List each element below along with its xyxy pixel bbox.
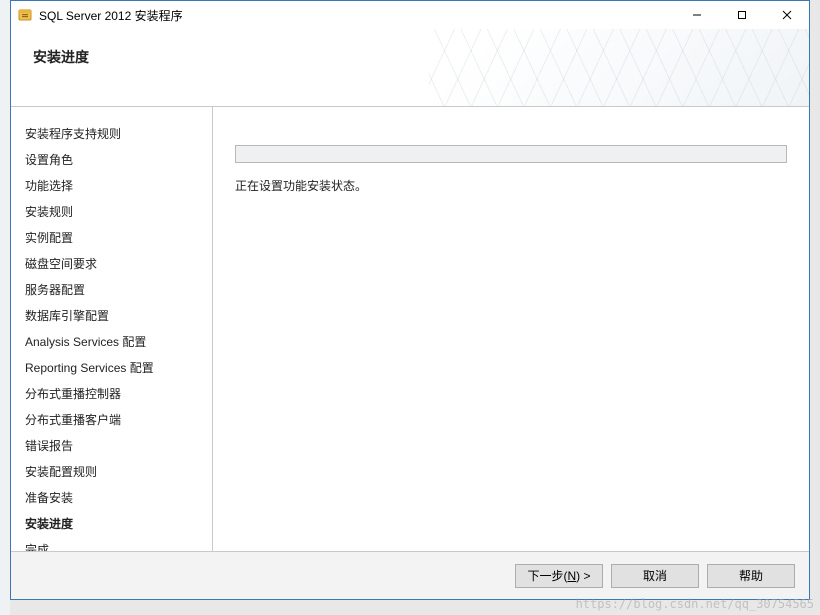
maximize-button[interactable] xyxy=(719,1,764,29)
titlebar: SQL Server 2012 安装程序 xyxy=(11,1,809,29)
sidebar-step: 服务器配置 xyxy=(25,277,212,303)
sidebar-step: 安装规则 xyxy=(25,199,212,225)
sidebar-step: 准备安装 xyxy=(25,485,212,511)
status-text: 正在设置功能安装状态。 xyxy=(235,177,787,194)
next-button[interactable]: 下一步(N) > xyxy=(515,564,603,588)
sidebar-step: 安装配置规则 xyxy=(25,459,212,485)
sidebar-step: 安装进度 xyxy=(25,511,212,537)
footer: 下一步(N) > 取消 帮助 xyxy=(11,551,809,599)
minimize-button[interactable] xyxy=(674,1,719,29)
next-mnemonic: N xyxy=(567,569,576,583)
sidebar-step: 完成 xyxy=(25,537,212,551)
background-edge xyxy=(0,0,10,615)
main-panel: 正在设置功能安装状态。 xyxy=(213,107,809,551)
sidebar-step: 实例配置 xyxy=(25,225,212,251)
installer-window: SQL Server 2012 安装程序 安装进度 安装程序支持规则设置角色功能… xyxy=(10,0,810,600)
next-label-suffix: ) > xyxy=(576,569,590,583)
sidebar-step: 错误报告 xyxy=(25,433,212,459)
header-banner: 安装进度 xyxy=(11,29,809,107)
progress-bar xyxy=(235,145,787,163)
sidebar-step: 分布式重播客户端 xyxy=(25,407,212,433)
page-title: 安装进度 xyxy=(33,47,89,67)
body-area: 安装程序支持规则设置角色功能选择安装规则实例配置磁盘空间要求服务器配置数据库引擎… xyxy=(11,107,809,551)
sidebar-step: 安装程序支持规则 xyxy=(25,121,212,147)
sidebar-step: 分布式重播控制器 xyxy=(25,381,212,407)
close-button[interactable] xyxy=(764,1,809,29)
sidebar-step: Analysis Services 配置 xyxy=(25,329,212,355)
sidebar: 安装程序支持规则设置角色功能选择安装规则实例配置磁盘空间要求服务器配置数据库引擎… xyxy=(11,107,213,551)
sidebar-step: 设置角色 xyxy=(25,147,212,173)
sidebar-step: 数据库引擎配置 xyxy=(25,303,212,329)
window-title: SQL Server 2012 安装程序 xyxy=(39,7,674,24)
window-controls xyxy=(674,1,809,29)
cancel-button[interactable]: 取消 xyxy=(611,564,699,588)
sidebar-step: 功能选择 xyxy=(25,173,212,199)
help-button[interactable]: 帮助 xyxy=(707,564,795,588)
next-label-prefix: 下一步( xyxy=(527,567,567,584)
sidebar-step: 磁盘空间要求 xyxy=(25,251,212,277)
app-icon xyxy=(17,7,33,23)
sidebar-step: Reporting Services 配置 xyxy=(25,355,212,381)
